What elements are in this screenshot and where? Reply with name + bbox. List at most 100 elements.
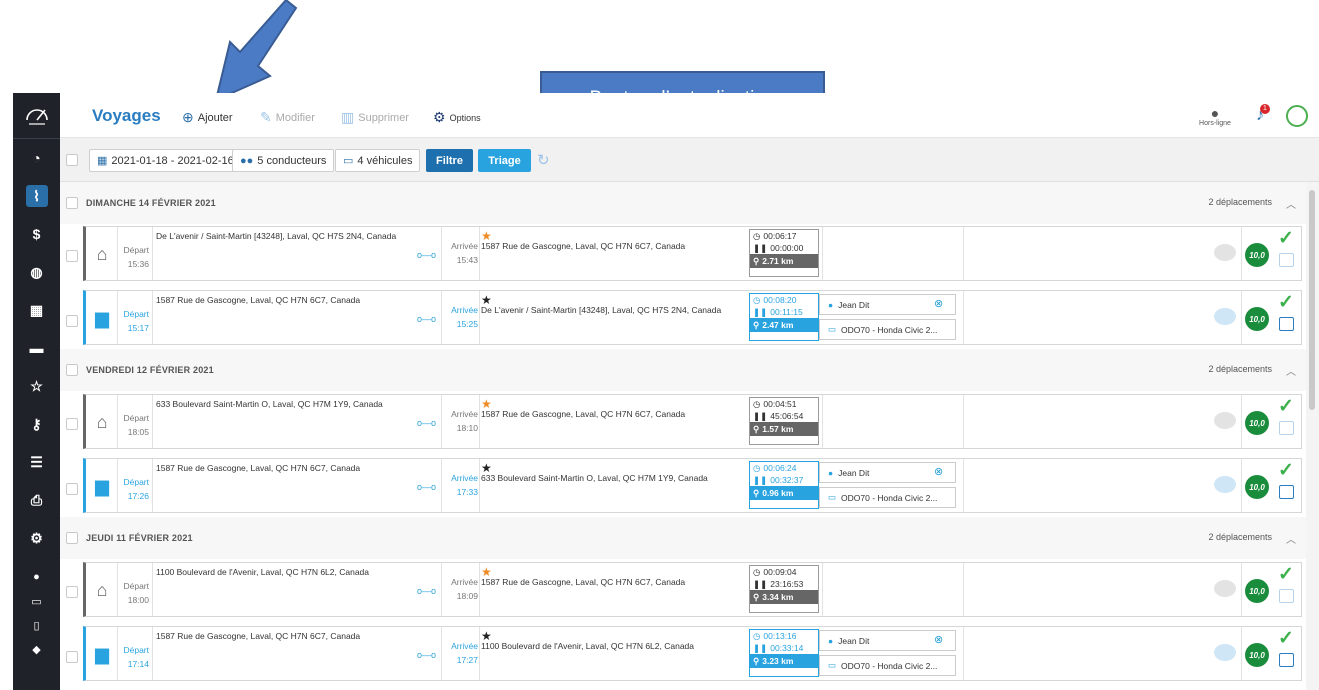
briefcase-icon: ▆ (95, 307, 109, 328)
sidebar-item-favorites[interactable]: ☆ (13, 367, 60, 405)
sidebar-item-vehicle[interactable]: ▭ (13, 589, 60, 613)
filter-toolbar: ▦ 2021-01-18 - 2021-02-16 ●● 5 conducteurs… (60, 138, 1319, 182)
trip-stats: ◷ 00:08:20 ❚❚ 00:11:15 ⚲ 2.47 km (749, 293, 819, 341)
trip-checkbox[interactable] (66, 250, 78, 262)
comment-icon[interactable] (1214, 244, 1236, 261)
map-icon[interactable] (1279, 653, 1294, 667)
vehicles-filter-button[interactable]: ▭ 4 véhicules (335, 149, 421, 172)
vehicle-field[interactable]: ▭ ODO70 - Honda Civic 2... (819, 319, 956, 340)
filter-button[interactable]: Filtre (426, 149, 473, 172)
comment-icon[interactable] (1214, 580, 1236, 597)
avatar[interactable] (1275, 105, 1319, 127)
car-icon: ▭ (828, 492, 837, 502)
trip-row[interactable]: ⌂ Départ 18:00 1100 Boulevard de l'Avenir… (83, 562, 1302, 617)
vehicle-field[interactable]: ▭ ODO70 - Honda Civic 2... (819, 487, 956, 508)
checkmark-icon[interactable]: ✓ (1278, 459, 1294, 482)
trip-row[interactable]: ⌂ Départ 18:05 633 Boulevard Saint-Martin… (83, 394, 1302, 449)
trip-checkbox[interactable] (66, 483, 78, 495)
speedometer-logo-icon (25, 108, 48, 125)
page-header: Voyages ⊕ Ajouter ✎ Modifier ▥ Supprimer ⚙ O… (60, 93, 1319, 138)
comment-icon[interactable] (1214, 476, 1236, 493)
sidebar-item-list[interactable]: ☰ (13, 443, 60, 481)
user-icon: ● (828, 299, 834, 310)
briefcase-icon: ▆ (95, 643, 109, 664)
arrival-address: 1587 Rue de Gascogne, Laval, QC H7N 6C7,… (481, 241, 686, 251)
comment-icon[interactable] (1214, 644, 1236, 661)
location-pin-icon: ⚲ (753, 319, 760, 330)
map-icon[interactable] (1279, 253, 1294, 267)
trip-stats: ◷ 00:06:24 ❚❚ 00:32:37 ⚲ 0.96 km (749, 461, 819, 509)
notifications-button[interactable]: ♪ 1 (1245, 104, 1275, 125)
checkmark-icon[interactable]: ✓ (1278, 563, 1294, 586)
map-icon[interactable] (1279, 317, 1294, 331)
day-checkbox[interactable] (66, 532, 78, 544)
checkmark-icon[interactable]: ✓ (1278, 395, 1294, 418)
location-pin-icon: ⚲ (753, 591, 760, 602)
score-badge: 10,0 (1245, 411, 1269, 435)
departure-address: 633 Boulevard Saint-Martin O, Laval, QC … (156, 399, 383, 409)
map-icon[interactable] (1279, 485, 1294, 499)
collapse-icon[interactable]: ︿ (1286, 196, 1296, 211)
arrival-address: 633 Boulevard Saint-Martin O, Laval, QC … (481, 473, 708, 483)
pause-icon: ❚❚ (753, 242, 768, 253)
route-connector-icon: o—o (417, 418, 437, 428)
sidebar-item-keys[interactable]: ⚷ (13, 405, 60, 443)
remove-driver-icon[interactable]: ⊗ (934, 633, 943, 646)
remove-driver-icon[interactable]: ⊗ (934, 465, 943, 478)
trip-row[interactable]: ▆ Départ 17:26 1587 Rue de Gascogne, Lava… (83, 458, 1302, 513)
delete-button[interactable]: ▥ Supprimer (341, 109, 409, 126)
select-all-checkbox[interactable] (66, 154, 78, 166)
add-button[interactable]: ⊕ Ajouter (182, 109, 233, 126)
edit-icon: ✎ (260, 109, 272, 125)
collapse-icon[interactable]: ︿ (1286, 531, 1296, 546)
sidebar-item-dashboard[interactable]: ◔ (13, 139, 60, 177)
user-icon: ● (828, 635, 834, 646)
day-checkbox[interactable] (66, 364, 78, 376)
trip-checkbox[interactable] (66, 586, 78, 598)
sidebar-item-device[interactable]: ▯ (13, 613, 60, 637)
drivers-filter-button[interactable]: ●● 5 conducteurs (232, 149, 335, 172)
refresh-button[interactable]: ↻ (537, 151, 550, 169)
trip-checkbox[interactable] (66, 418, 78, 430)
collapse-icon[interactable]: ︿ (1286, 363, 1296, 378)
trip-row[interactable]: ⌂ Départ 15:36 De L'avenir / Saint-Martin… (83, 226, 1302, 281)
day-checkbox[interactable] (66, 197, 78, 209)
refresh-icon: ↻ (537, 152, 550, 169)
remove-driver-icon[interactable]: ⊗ (934, 297, 943, 310)
page-title: Voyages (92, 106, 161, 125)
day-label: JEUDI 11 FÉVRIER 2021 (86, 533, 193, 543)
departure-address: 1100 Boulevard de l'Avenir, Laval, QC H7… (156, 567, 369, 577)
trip-row[interactable]: ▆ Départ 15:17 1587 Rue de Gascogne, Lava… (83, 290, 1302, 345)
scrollbar-thumb[interactable] (1309, 190, 1315, 410)
arrival-address: 1100 Boulevard de l'Avenir, Laval, QC H7… (481, 641, 694, 651)
sidebar-item-expenses[interactable]: $ (13, 215, 60, 253)
sidebar-item-check[interactable]: ▬ (13, 329, 60, 367)
edit-button[interactable]: ✎ Modifier (260, 109, 315, 126)
checkmark-icon[interactable]: ✓ (1278, 627, 1294, 650)
sort-button[interactable]: Triage (478, 149, 531, 172)
comment-icon[interactable] (1214, 412, 1236, 429)
sidebar-item-calendar[interactable]: ▦ (13, 291, 60, 329)
comment-icon[interactable] (1214, 308, 1236, 325)
sidebar-item-tag[interactable]: ◆ (13, 637, 60, 661)
vertical-scrollbar[interactable] (1306, 182, 1319, 690)
vehicle-field[interactable]: ▭ ODO70 - Honda Civic 2... (819, 655, 956, 676)
sidebar-item-world[interactable]: ◍ (13, 253, 60, 291)
map-icon[interactable] (1279, 589, 1294, 603)
trip-count: 2 déplacements (1208, 197, 1272, 207)
checkmark-icon[interactable]: ✓ (1278, 291, 1294, 314)
sidebar-item-trips[interactable]: ⌇ (13, 177, 60, 215)
clock-icon: ◷ (753, 230, 761, 241)
sidebar-item-print[interactable]: ⎙ (13, 481, 60, 519)
trip-row[interactable]: ▆ Départ 17:14 1587 Rue de Gascogne, Lava… (83, 626, 1302, 681)
pause-icon: ❚❚ (753, 642, 768, 653)
trip-checkbox[interactable] (66, 651, 78, 663)
options-button[interactable]: ⚙ Options (433, 109, 481, 126)
date-range-button[interactable]: ▦ 2021-01-18 - 2021-02-16 (89, 149, 242, 172)
trip-checkbox[interactable] (66, 315, 78, 327)
sidebar-item-user[interactable]: ● (13, 565, 60, 589)
map-icon[interactable] (1279, 421, 1294, 435)
sidebar-item-settings[interactable]: ⚙ (13, 519, 60, 557)
connection-status[interactable]: ● Hors-ligne (1185, 106, 1245, 127)
checkmark-icon[interactable]: ✓ (1278, 227, 1294, 250)
